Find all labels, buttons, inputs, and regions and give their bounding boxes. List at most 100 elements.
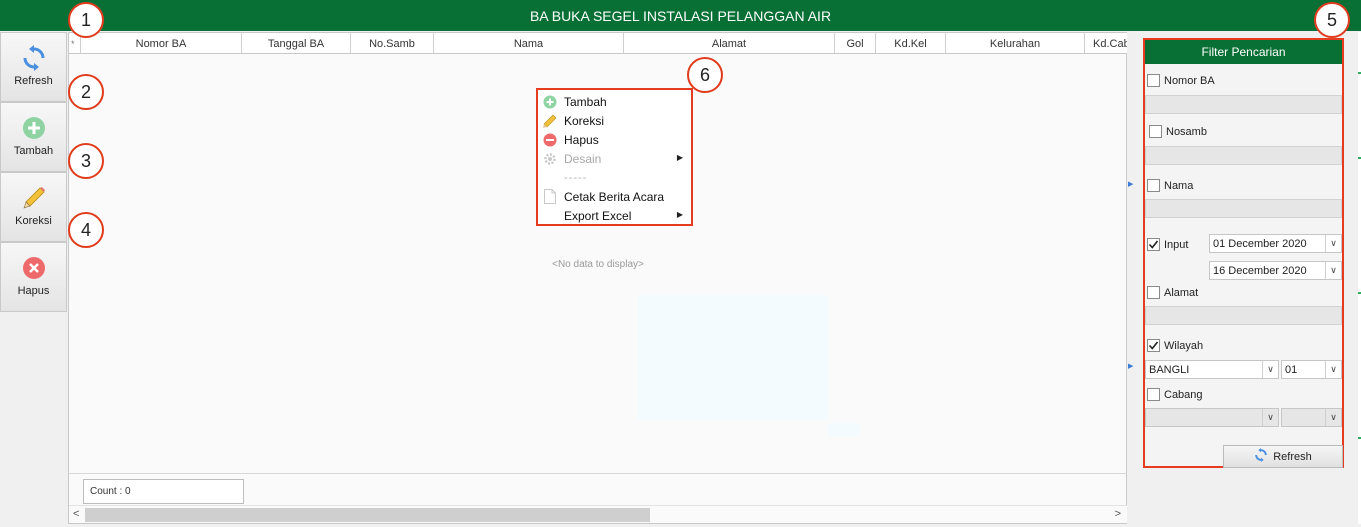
menu-item-label: Tambah: [564, 94, 607, 109]
grid-header: * Nomor BA Tanggal BA No.Samb Nama Alama…: [69, 33, 1127, 54]
nosamb-checkbox[interactable]: [1149, 125, 1162, 138]
hapus-button-label: Hapus: [17, 285, 50, 297]
chevron-down-icon[interactable]: ∨: [1262, 409, 1278, 426]
nama-filter[interactable]: Nama: [1147, 179, 1193, 192]
menu-item-export-excel[interactable]: Export Excel ▶: [538, 206, 691, 225]
record-count: Count : 0: [83, 479, 244, 504]
blank-icon: [541, 208, 559, 224]
column-header[interactable]: Kd.Cab: [1085, 33, 1127, 53]
menu-item-hapus[interactable]: Hapus: [538, 130, 691, 149]
filter-panel-title: Filter Pencarian: [1145, 40, 1342, 64]
scroll-right-icon[interactable]: >: [1115, 508, 1121, 520]
alamat-label: Alamat: [1164, 286, 1199, 299]
column-header[interactable]: Nomor BA: [81, 33, 242, 53]
wilayah-checkbox[interactable]: [1147, 339, 1160, 352]
empty-area: [827, 423, 860, 437]
annotation-callout: 6: [687, 57, 723, 93]
refresh-button[interactable]: Refresh: [0, 32, 67, 102]
plus-circle-icon: [541, 94, 559, 110]
column-header[interactable]: Alamat: [624, 33, 835, 53]
input-date-filter[interactable]: Input: [1147, 238, 1188, 251]
nosamb-label: Nosamb: [1166, 125, 1207, 138]
column-header[interactable]: Tanggal BA: [242, 33, 351, 53]
chevron-down-icon[interactable]: ∨: [1325, 361, 1341, 378]
cabang-label: Cabang: [1164, 388, 1203, 401]
checkmark-icon: [1148, 240, 1159, 249]
column-header[interactable]: Kd.Kel: [876, 33, 946, 53]
scrollbar-thumb[interactable]: [85, 508, 650, 522]
tambah-button-label: Tambah: [13, 145, 54, 157]
refresh-icon: [21, 45, 47, 71]
splitter-arrow-icon[interactable]: ▶: [1128, 362, 1133, 370]
annotation-callout: 2: [68, 74, 104, 110]
pencil-icon: [541, 113, 559, 129]
chevron-down-icon[interactable]: ∨: [1325, 409, 1341, 426]
splitter-arrow-icon[interactable]: ▶: [1128, 180, 1133, 188]
nama-label: Nama: [1164, 179, 1194, 192]
grid-footer-divider: [69, 473, 1127, 474]
date-from-value: 01 December 2020: [1213, 237, 1307, 250]
plus-circle-icon: [21, 115, 47, 141]
annotation-callout: 1: [68, 2, 104, 38]
nomor-ba-checkbox[interactable]: [1147, 74, 1160, 87]
chevron-down-icon[interactable]: ∨: [1325, 262, 1341, 279]
annotation-callout: 4: [68, 212, 104, 248]
nomor-ba-filter[interactable]: Nomor BA: [1147, 74, 1215, 87]
cabang-code-select[interactable]: ∨: [1281, 408, 1342, 427]
column-header[interactable]: Gol: [835, 33, 876, 53]
menu-item-cetak-berita-acara[interactable]: Cetak Berita Acara: [538, 187, 691, 206]
nomor-ba-label: Nomor BA: [1164, 74, 1215, 87]
cabang-checkbox[interactable]: [1147, 388, 1160, 401]
menu-item-tambah[interactable]: Tambah: [538, 92, 691, 111]
panel-splitter[interactable]: ▶ ▶: [1127, 32, 1136, 524]
cabang-name-select[interactable]: ∨: [1145, 408, 1279, 427]
input-checkbox[interactable]: [1147, 238, 1160, 251]
horizontal-scrollbar[interactable]: < >: [69, 505, 1127, 523]
column-header[interactable]: No.Samb: [351, 33, 434, 53]
wilayah-label: Wilayah: [1164, 339, 1204, 352]
chevron-down-icon[interactable]: ∨: [1262, 361, 1278, 378]
date-to-picker[interactable]: 16 December 2020 ∨: [1209, 261, 1342, 280]
refresh-icon: [1254, 448, 1268, 465]
delete-circle-icon: [21, 255, 47, 281]
nosamb-input[interactable]: [1145, 146, 1342, 165]
nama-input[interactable]: [1145, 199, 1342, 218]
date-to-value: 16 December 2020: [1213, 264, 1307, 277]
menu-item-koreksi[interactable]: Koreksi: [538, 111, 691, 130]
menu-item-desain[interactable]: Desain ▶: [538, 149, 691, 168]
wilayah-name-select[interactable]: BANGLI ∨: [1145, 360, 1279, 379]
annotation-callout: 3: [68, 143, 104, 179]
tambah-button[interactable]: Tambah: [0, 102, 67, 172]
hapus-button[interactable]: Hapus: [0, 242, 67, 312]
window-title: BA BUKA SEGEL INSTALASI PELANGGAN AIR: [529, 7, 832, 24]
filter-refresh-button[interactable]: Refresh: [1223, 445, 1343, 468]
wilayah-code-select[interactable]: 01 ∨: [1281, 360, 1342, 379]
no-data-message: <No data to display>: [552, 259, 644, 270]
column-header[interactable]: Nama: [434, 33, 624, 53]
window-title-bar: BA BUKA SEGEL INSTALASI PELANGGAN AIR: [0, 0, 1361, 31]
koreksi-button-label: Koreksi: [15, 215, 52, 227]
refresh-button-label: Refresh: [14, 75, 53, 87]
cabang-filter[interactable]: Cabang: [1147, 388, 1203, 401]
filter-panel: Filter Pencarian Nomor BA Nosamb Nama In…: [1143, 38, 1344, 468]
filter-refresh-label: Refresh: [1273, 450, 1312, 463]
alamat-filter[interactable]: Alamat: [1147, 286, 1198, 299]
wilayah-code-value: 01: [1285, 363, 1298, 376]
column-header[interactable]: Kelurahan: [946, 33, 1085, 53]
nosamb-filter[interactable]: Nosamb: [1149, 125, 1207, 138]
context-menu: Tambah Koreksi Hapus Desain ▶ ----- Ceta…: [536, 88, 693, 226]
alamat-checkbox[interactable]: [1147, 286, 1160, 299]
koreksi-button[interactable]: Koreksi: [0, 172, 67, 242]
submenu-arrow-icon: ▶: [676, 153, 683, 162]
gear-icon: [541, 151, 559, 167]
nomor-ba-input[interactable]: [1145, 95, 1342, 114]
wilayah-filter[interactable]: Wilayah: [1147, 339, 1203, 352]
left-toolbar: Refresh Tambah Koreksi Hapus: [0, 32, 68, 527]
minus-circle-icon: [541, 132, 559, 148]
nama-checkbox[interactable]: [1147, 179, 1160, 192]
alamat-input[interactable]: [1145, 306, 1342, 325]
chevron-down-icon[interactable]: ∨: [1325, 235, 1341, 252]
checkmark-icon: [1148, 341, 1159, 350]
date-from-picker[interactable]: 01 December 2020 ∨: [1209, 234, 1342, 253]
scroll-left-icon[interactable]: <: [73, 508, 79, 520]
